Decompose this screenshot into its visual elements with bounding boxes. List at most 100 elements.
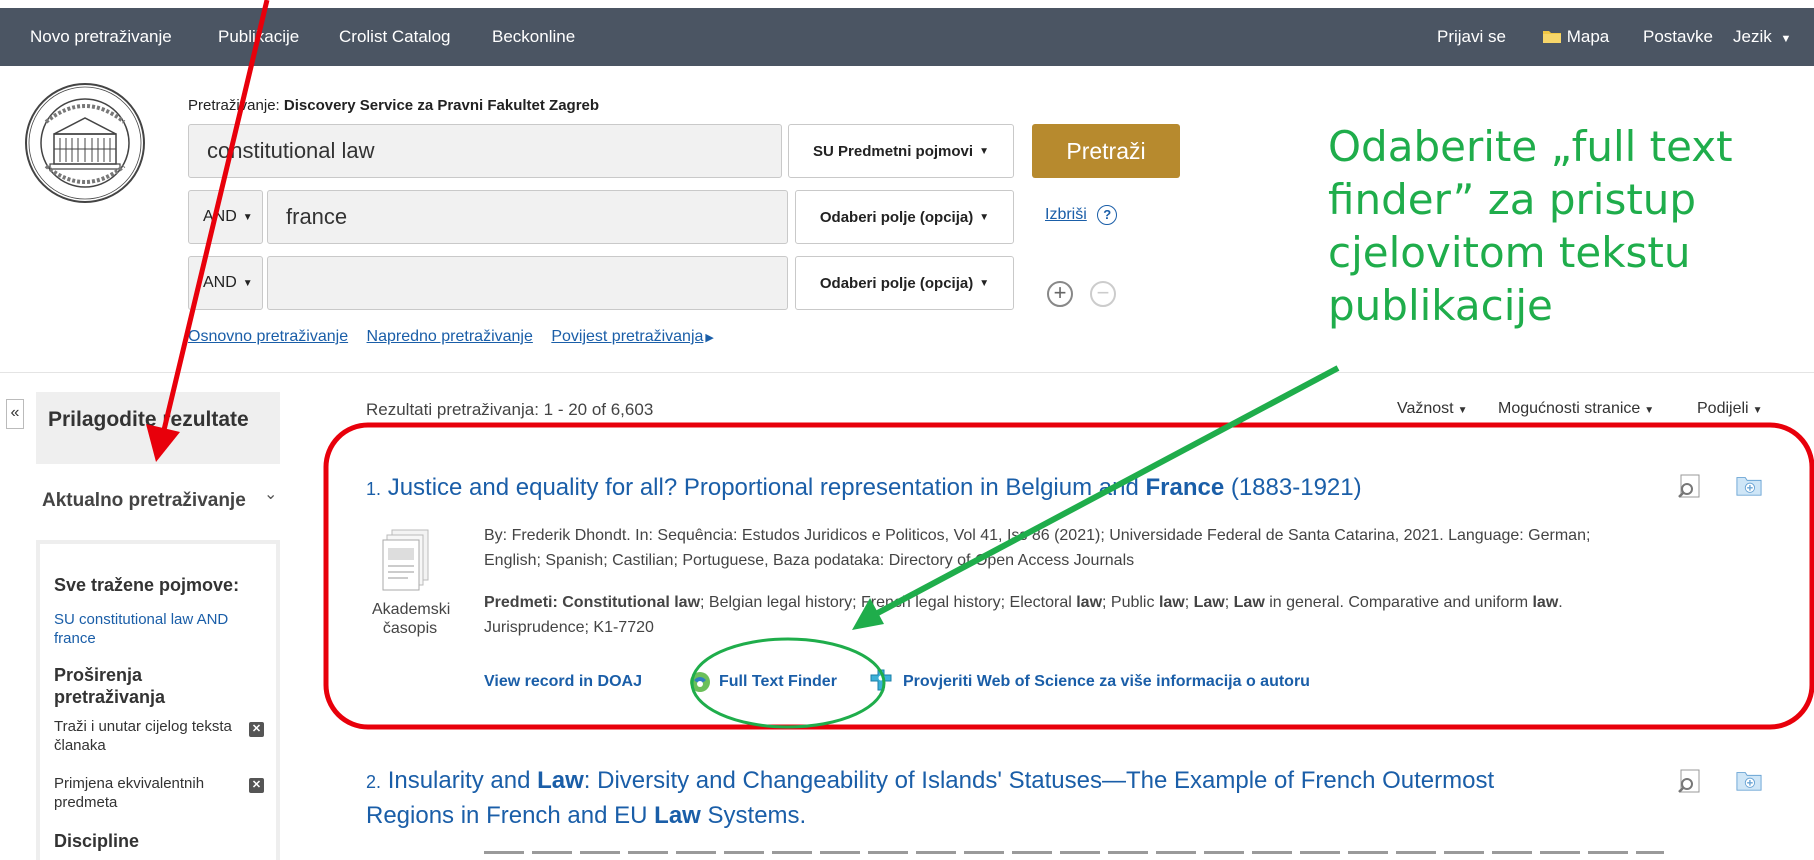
add-to-folder-icon[interactable] xyxy=(1736,768,1762,792)
boolean-select-2-label: AND xyxy=(203,208,237,225)
preview-icon[interactable] xyxy=(1677,769,1703,793)
clear-link[interactable]: Izbriši xyxy=(1045,206,1087,223)
searching-line: Pretraživanje: Discovery Service za Prav… xyxy=(188,97,599,114)
subject-text: ; Public xyxy=(1102,594,1159,611)
preview-icon[interactable] xyxy=(1677,474,1703,498)
collapse-sidebar-button[interactable]: « xyxy=(6,399,24,429)
result-1-meta-line1: By: Frederik Dhondt. In: Sequência: Estu… xyxy=(484,527,1591,544)
search-mode-links: Osnovno pretraživanje Napredno pretraživ… xyxy=(188,328,714,346)
boolean-select-3[interactable]: AND ▼ xyxy=(188,256,263,310)
divider xyxy=(0,372,1814,373)
result-2-meta-cut xyxy=(484,845,1664,855)
subjects-label: Predmeti: Constitutional xyxy=(484,594,675,611)
result-2-title-text: Insularity and xyxy=(387,767,538,794)
result-1-title-end: (1883-1921) xyxy=(1224,474,1362,501)
search-history-link[interactable]: Povijest pretraživanja xyxy=(551,328,703,345)
subject-term: law xyxy=(1158,594,1185,611)
chevron-down-icon[interactable]: ⌄ xyxy=(264,484,277,504)
result-1-subjects-line2: Jurisprudence; K1-7720 xyxy=(484,619,654,636)
subject-term: Law xyxy=(1233,594,1265,611)
annotation-text: Odaberite „full text finder” za pristup … xyxy=(1328,122,1733,330)
expander-equivalent-subjects: Primjena ekvivalentnih predmeta xyxy=(54,775,205,811)
view-in-doaj-link[interactable]: View record in DOAJ xyxy=(484,673,642,691)
folder-label: Mapa xyxy=(1566,27,1610,46)
subject-term: law xyxy=(1532,594,1559,611)
web-of-science-icon[interactable] xyxy=(868,667,894,693)
current-search-heading[interactable]: Aktualno pretraživanje xyxy=(42,489,278,513)
result-1-number: 1. xyxy=(366,479,382,499)
result-1-title-text: Justice and equality for all? Proportion… xyxy=(387,474,1146,501)
subject-term: law xyxy=(1076,594,1103,611)
page-options-dropdown[interactable]: Mogućnosti stranice ▼ xyxy=(1498,400,1654,418)
subject-text: in general. Comparative and uniform xyxy=(1264,594,1533,611)
nav-crolist-catalog[interactable]: Crolist Catalog xyxy=(339,8,451,66)
field-select-2[interactable]: Odaberi polje (opcija) ▼ xyxy=(795,190,1014,244)
result-2-title-text: Regions in French and EU xyxy=(366,802,655,829)
academic-journal-icon xyxy=(382,529,429,591)
nav-language[interactable]: Jezik ▼ xyxy=(1733,8,1791,68)
subject-term: law xyxy=(674,594,701,611)
chevron-down-icon: ▼ xyxy=(242,277,253,289)
result-2-title-line2[interactable]: Regions in French and EU Law Systems. xyxy=(366,800,806,831)
chevron-down-icon: ▼ xyxy=(979,211,990,223)
boolean-select-3-label: AND xyxy=(203,274,237,291)
caret-right-icon: ▶ xyxy=(705,332,714,344)
sort-label: Važnost xyxy=(1397,400,1454,417)
advanced-search-link[interactable]: Napredno pretraživanje xyxy=(367,328,533,345)
chevron-down-icon: ▼ xyxy=(979,277,990,289)
result-1-title-highlight: France xyxy=(1145,474,1225,501)
share-label: Podijeli xyxy=(1697,400,1749,417)
sort-dropdown[interactable]: Važnost ▼ xyxy=(1397,400,1468,418)
chevron-down-icon: ▼ xyxy=(979,145,989,157)
chevron-down-icon: ▼ xyxy=(1644,405,1655,416)
add-to-folder-icon[interactable] xyxy=(1736,473,1762,497)
field-select-1[interactable]: SU Predmetni pojmovi ▼ xyxy=(788,124,1014,178)
share-dropdown[interactable]: Podijeli ▼ xyxy=(1697,400,1763,418)
result-1-title[interactable]: 1. Justice and equality for all? Proport… xyxy=(366,472,1362,505)
folder-icon xyxy=(1543,31,1561,43)
expanders-label: Proširenja pretraživanja xyxy=(54,665,166,707)
add-row-icon[interactable]: + xyxy=(1047,281,1073,307)
field-select-1-label: SU Predmetni pojmovi xyxy=(813,142,974,160)
subject-text: ; Belgian legal history; French legal hi… xyxy=(700,594,1077,611)
publication-type: Akademski časopis xyxy=(372,601,451,637)
result-2-number: 2. xyxy=(366,772,382,792)
subject-text: . xyxy=(1558,594,1563,611)
nav-beckonline[interactable]: Beckonline xyxy=(492,8,575,66)
clear-area: Izbriši ? xyxy=(1045,205,1118,225)
search-input-2[interactable]: france xyxy=(267,190,788,244)
remove-row-icon[interactable]: − xyxy=(1090,281,1116,307)
search-input-3[interactable] xyxy=(267,256,788,310)
expander-fulltext: Traži i unutar cijelog teksta članaka xyxy=(54,718,232,754)
search-button[interactable]: Pretraži xyxy=(1032,124,1180,178)
basic-search-link[interactable]: Osnovno pretraživanje xyxy=(188,328,348,345)
refine-results-heading: Prilagodite rezultate xyxy=(36,392,280,464)
full-text-finder-link[interactable]: Full Text Finder xyxy=(719,673,837,691)
disciplines-label: Discipline xyxy=(54,831,140,851)
subject-text: ; xyxy=(1184,594,1194,611)
result-1-meta-line2: English; Spanish; Castilian; Portuguese,… xyxy=(484,552,1135,569)
nav-settings[interactable]: Postavke xyxy=(1643,8,1713,66)
searching-database: Discovery Service za Pravni Fakultet Zag… xyxy=(283,97,600,114)
result-2-title-text: : Diversity and Changeability of Islands… xyxy=(583,767,1495,794)
nav-folder[interactable]: Mapa xyxy=(1542,8,1609,66)
results-count: Rezultati pretraživanja: 1 - 20 of 6,603 xyxy=(366,400,654,419)
full-text-finder-icon[interactable] xyxy=(688,670,712,694)
search-input-1[interactable]: constitutional law xyxy=(188,124,782,178)
searching-prefix: Pretraživanje: xyxy=(188,97,280,114)
nav-sign-in[interactable]: Prijavi se xyxy=(1437,8,1506,66)
result-2-title-text: Systems. xyxy=(700,802,807,829)
boolean-select-2[interactable]: AND ▼ xyxy=(188,190,263,244)
remove-expander-icon[interactable]: ✕ xyxy=(249,722,264,737)
field-select-2-label: Odaberi polje (opcija) xyxy=(819,208,974,226)
field-select-3[interactable]: Odaberi polje (opcija) ▼ xyxy=(795,256,1014,310)
remove-expander-icon[interactable]: ✕ xyxy=(249,778,264,793)
nav-new-search[interactable]: Novo pretraživanje xyxy=(30,8,172,66)
web-of-science-link[interactable]: Provjeriti Web of Science za više inform… xyxy=(903,673,1310,691)
nav-publications[interactable]: Publikacije xyxy=(218,8,299,66)
all-terms-value-link[interactable]: SU constitutional law AND france xyxy=(54,610,274,648)
result-2-title[interactable]: 2. Insularity and Law: Diversity and Cha… xyxy=(366,765,1494,798)
help-icon[interactable]: ? xyxy=(1097,205,1118,225)
all-terms-label: Sve tražene pojmove: xyxy=(54,575,240,595)
field-select-3-label: Odaberi polje (opcija) xyxy=(819,274,974,292)
